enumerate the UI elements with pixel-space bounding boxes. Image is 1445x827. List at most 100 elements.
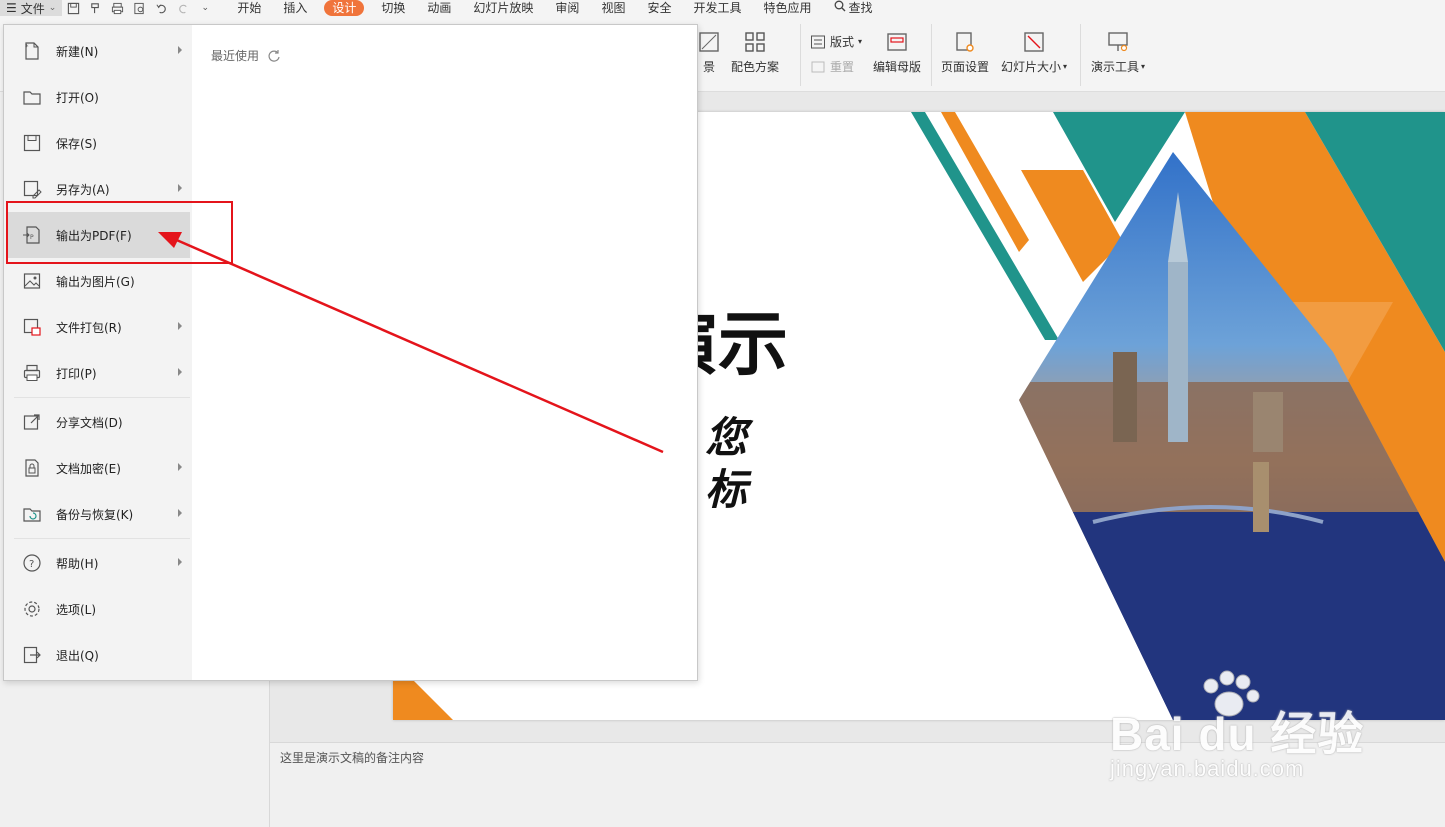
- menu-item-share[interactable]: 分享文档(D): [6, 399, 190, 445]
- layout-button[interactable]: 版式 ▾: [810, 33, 862, 50]
- chevron-right-icon: [178, 509, 182, 517]
- menu-item-label: 打印(P): [56, 366, 97, 381]
- help-icon: ?: [22, 553, 42, 573]
- file-menu-label: 文件: [20, 1, 45, 16]
- chevron-right-icon: [178, 184, 182, 192]
- print-preview-icon[interactable]: [132, 1, 146, 15]
- file-menu-button[interactable]: ☰ 文件 ⌄: [0, 0, 63, 16]
- edit-master-button[interactable]: 编辑母版: [873, 30, 921, 75]
- search-label: 查找: [848, 1, 873, 15]
- menu-item-export-image[interactable]: 输出为图片(G): [6, 258, 190, 304]
- menu-item-label: 输出为图片(G): [56, 274, 135, 289]
- color-scheme-icon: [745, 32, 765, 52]
- undo-icon[interactable]: [154, 1, 168, 15]
- watermark-url: jingyan.baidu.com: [1110, 756, 1305, 781]
- menu-item-save[interactable]: 保存(S): [6, 120, 190, 166]
- slide-size-label-wrap: 幻灯片大小 ▾: [1001, 58, 1067, 75]
- recent-files-header: 最近使用: [211, 47, 281, 64]
- tab-insert[interactable]: 插入: [272, 0, 318, 16]
- menu-item-help[interactable]: ? 帮助(H): [6, 540, 190, 586]
- menu-item-print[interactable]: 打印(P): [6, 350, 190, 396]
- slide-size-icon: [1024, 32, 1044, 52]
- menu-item-label: 退出(Q): [56, 648, 99, 663]
- save-icon: [22, 133, 42, 153]
- chevron-down-icon: ▾: [1141, 62, 1146, 71]
- menu-item-new[interactable]: * 新建(N): [6, 28, 190, 74]
- edit-master-icon: [887, 33, 907, 51]
- edit-master-label: 编辑母版: [873, 60, 922, 74]
- reset-label: 重置: [830, 60, 855, 74]
- print-icon[interactable]: [110, 1, 124, 15]
- file-menu-panel: * 新建(N) 打开(O) 保存(S) 另存为(A) P 输出为PDF(F) 输…: [3, 24, 698, 681]
- watermark-brand: Bai du 经验: [1110, 708, 1365, 760]
- menu-bar: ☰ 文件 ⌄ ⌄ 开始 插入 设计 切换 动画 幻灯片放映 审阅 视图 安全 开…: [0, 0, 1445, 16]
- reset-button[interactable]: 重置: [810, 58, 854, 75]
- ribbon-divider: [1080, 24, 1081, 86]
- tab-design[interactable]: 设计: [324, 0, 365, 16]
- slide-subtitle-line1: 您: [705, 413, 754, 462]
- menu-item-label: 打开(O): [56, 90, 99, 105]
- layout-label: 版式: [830, 35, 855, 49]
- menu-item-label: 选项(L): [56, 602, 97, 617]
- menu-item-label: 新建(N): [56, 44, 99, 59]
- ribbon-divider: [800, 24, 801, 86]
- tab-review[interactable]: 审阅: [544, 0, 590, 16]
- gear-icon: [22, 599, 42, 619]
- reset-icon: [811, 61, 825, 72]
- tab-slideshow[interactable]: 幻灯片放映: [462, 0, 544, 16]
- svg-text:?: ?: [29, 559, 34, 570]
- tab-security[interactable]: 安全: [636, 0, 682, 16]
- new-file-icon: *: [22, 41, 42, 61]
- tab-animation[interactable]: 动画: [416, 0, 462, 16]
- tab-transition[interactable]: 切换: [370, 0, 416, 16]
- save-as-icon: [22, 179, 42, 199]
- page-setup-icon: [956, 32, 974, 52]
- chevron-right-icon: [178, 463, 182, 471]
- encrypt-icon: [22, 458, 42, 478]
- chevron-right-icon: [178, 558, 182, 566]
- search-icon: [834, 0, 846, 16]
- refresh-icon[interactable]: [267, 49, 281, 63]
- chevron-down-icon: ▾: [1063, 62, 1068, 71]
- menu-item-label: 文件打包(R): [56, 320, 122, 335]
- redo-icon[interactable]: [176, 1, 190, 15]
- chevron-right-icon: [178, 368, 182, 376]
- save-icon[interactable]: [66, 1, 80, 15]
- baidu-watermark: Bai du 经验 jingyan.baidu.com: [1100, 670, 1400, 800]
- chevron-right-icon: [178, 322, 182, 330]
- menu-item-open[interactable]: 打开(O): [6, 74, 190, 120]
- background-label: 景: [702, 60, 715, 74]
- recent-label: 最近使用: [211, 49, 260, 63]
- background-icon: [699, 32, 719, 52]
- customize-toolbar-icon[interactable]: ⌄: [198, 1, 212, 15]
- presentation-tools-button[interactable]: 演示工具 ▾: [1091, 30, 1145, 75]
- tab-developer[interactable]: 开发工具: [682, 0, 752, 16]
- background-button[interactable]: 景: [697, 30, 721, 75]
- tab-special[interactable]: 特色应用: [752, 0, 822, 16]
- slide-size-label: 幻灯片大小: [1001, 60, 1062, 74]
- color-scheme-button[interactable]: 配色方案: [731, 30, 779, 75]
- page-setup-button[interactable]: 页面设置: [941, 30, 989, 75]
- format-painter-icon[interactable]: [88, 1, 102, 15]
- menu-item-encrypt[interactable]: 文档加密(E): [6, 445, 190, 491]
- page-setup-label: 页面设置: [941, 60, 990, 74]
- folder-open-icon: [22, 87, 42, 107]
- search-button[interactable]: 查找: [823, 0, 884, 16]
- menu-item-options[interactable]: 选项(L): [6, 586, 190, 632]
- chevron-down-icon: ⌄: [48, 3, 57, 13]
- menu-item-exit[interactable]: 退出(Q): [6, 632, 190, 678]
- menu-item-label: 另存为(A): [56, 182, 110, 197]
- backup-icon: [22, 504, 42, 524]
- share-icon: [22, 412, 42, 432]
- print-icon: [22, 363, 42, 383]
- hamburger-icon: ☰: [6, 1, 17, 15]
- slide-size-button[interactable]: 幻灯片大小 ▾: [1001, 30, 1067, 75]
- menu-item-backup[interactable]: 备份与恢复(K): [6, 491, 190, 537]
- annotation-highlight-box: [6, 201, 233, 264]
- tab-start[interactable]: 开始: [226, 0, 272, 16]
- tab-view[interactable]: 视图: [590, 0, 636, 16]
- menu-item-package[interactable]: 文件打包(R): [6, 304, 190, 350]
- ribbon-divider: [931, 24, 932, 86]
- slide-subtitle-line2: 标: [705, 465, 752, 514]
- notes-text[interactable]: 这里是演示文稿的备注内容: [280, 749, 424, 766]
